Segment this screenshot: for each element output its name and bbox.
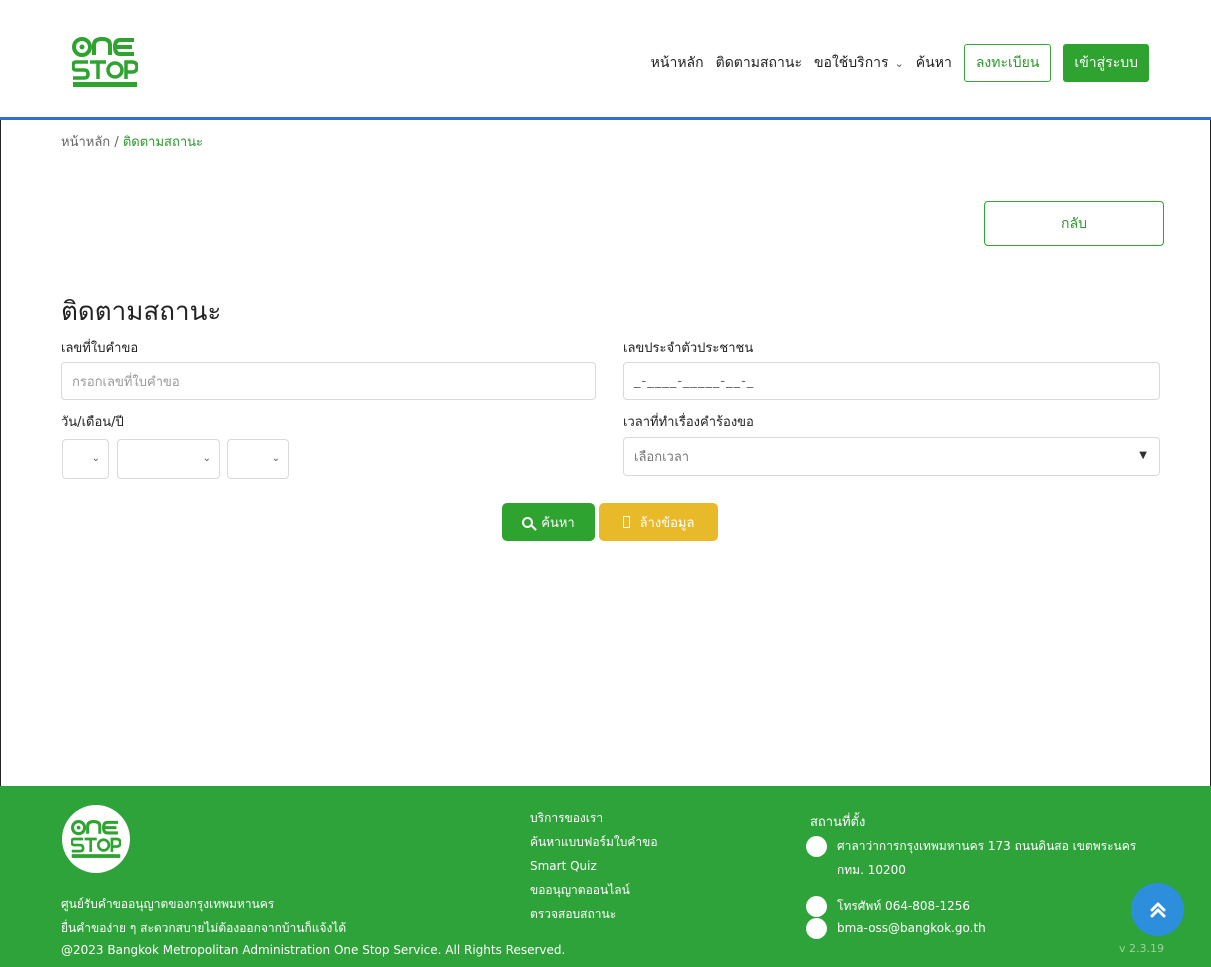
- day-select[interactable]: ⌄: [62, 439, 109, 479]
- chevron-down-icon: ⌄: [91, 453, 100, 464]
- breadcrumb-current: ติดตามสถานะ: [122, 135, 204, 150]
- request-no-label: เลขที่ใบคำขอ: [61, 341, 139, 356]
- caret-down-icon: ▼: [1139, 450, 1147, 461]
- footer-link-check-status[interactable]: ตรวจสอบสถานะ: [530, 902, 658, 926]
- scroll-to-top-button[interactable]: [1131, 883, 1184, 936]
- site-footer: ศูนย์รับคำขออนุญาตของกรุงเทพมหานคร ยื่นค…: [0, 786, 1211, 967]
- register-button[interactable]: ลงทะเบียน: [963, 44, 1052, 82]
- time-label: เวลาที่ทำเรื่องคำร้องขอ: [623, 415, 754, 430]
- footer-logo: [62, 805, 130, 873]
- footer-services-links: บริการของเรา ค้นหาแบบฟอร์มใบคำขอ Smart Q…: [530, 806, 658, 926]
- phone-icon: [806, 896, 827, 917]
- citizen-id-label: เลขประจำตัวประชาชน: [623, 341, 754, 356]
- chevron-down-icon: ⌄: [271, 453, 280, 464]
- address-line-2: กทม. 10200: [837, 863, 906, 877]
- phone-item: โทรศัพท์ 064-808-1256: [806, 894, 970, 918]
- clear-button-label: ล้างข้อมูล: [639, 515, 695, 531]
- address-line-1: ศาลาว่าการกรุงเทพมหานคร 173 ถนนดินสอ เขต…: [837, 839, 1137, 853]
- breadcrumb-separator: /: [114, 135, 119, 150]
- page-title: ติดตามสถานะ: [61, 297, 222, 327]
- back-button[interactable]: กลับ: [984, 201, 1164, 246]
- time-select[interactable]: เลือกเวลา ▼: [623, 437, 1160, 476]
- search-button-label: ค้นหา: [541, 515, 575, 531]
- main-nav: หน้าหลัก ติดตามสถานะ ขอใช้บริการ ⌄ ค้นหา …: [651, 44, 1149, 82]
- nav-home[interactable]: หน้าหลัก: [651, 52, 704, 74]
- one-stop-logo-icon: [71, 820, 121, 858]
- clear-button[interactable]: ล้างข้อมูล: [599, 503, 718, 541]
- footer-link-our-services[interactable]: บริการของเรา: [530, 806, 658, 830]
- footer-link-search-forms[interactable]: ค้นหาแบบฟอร์มใบคำขอ: [530, 830, 658, 854]
- footer-link-smart-quiz[interactable]: Smart Quiz: [530, 854, 658, 878]
- email-text[interactable]: bma-oss@bangkok.go.th: [837, 916, 986, 940]
- location-icon: [806, 836, 827, 857]
- footer-link-online-permit[interactable]: ขออนุญาตออนไลน์: [530, 878, 658, 902]
- nav-search[interactable]: ค้นหา: [916, 52, 952, 74]
- search-button[interactable]: ค้นหา: [502, 503, 595, 541]
- search-icon: [522, 516, 534, 528]
- month-select[interactable]: ⌄: [117, 439, 220, 479]
- year-select[interactable]: ⌄: [227, 439, 289, 479]
- chevron-down-icon: ⌄: [202, 453, 211, 464]
- breadcrumb-home[interactable]: หน้าหลัก: [61, 135, 110, 150]
- location-title: สถานที่ตั้ง: [810, 815, 866, 830]
- chevron-down-icon: ⌄: [894, 57, 904, 70]
- one-stop-logo[interactable]: [72, 37, 138, 87]
- phone-text: โทรศัพท์ 064-808-1256: [837, 899, 971, 913]
- footer-tagline-1: ศูนย์รับคำขออนุญาตของกรุงเทพมหานคร: [61, 897, 275, 911]
- email-item: bma-oss@bangkok.go.th: [806, 916, 986, 940]
- nav-track-status[interactable]: ติดตามสถานะ: [716, 52, 802, 74]
- double-chevron-up-icon: [1150, 902, 1165, 917]
- footer-tagline-2: ยื่นคำของ่าย ๆ สะดวกสบายไม่ต้องออกจากบ้า…: [61, 921, 347, 935]
- time-select-value: เลือกเวลา: [634, 450, 690, 465]
- email-icon: [806, 918, 827, 939]
- footer-copyright: @2023 Bangkok Metropolitan Administratio…: [61, 943, 566, 957]
- nav-services[interactable]: ขอใช้บริการ ⌄: [814, 52, 904, 74]
- request-no-input[interactable]: กรอกเลขที่ใบคำขอ: [61, 362, 596, 400]
- citizen-id-input[interactable]: _-____-_____-__-_: [623, 362, 1160, 400]
- address-item: ศาลาว่าการกรุงเทพมหานคร 173 ถนนดินสอ เขต…: [806, 834, 1136, 882]
- trash-icon: [622, 516, 630, 528]
- header-divider: [0, 117, 1211, 120]
- nav-services-label: ขอใช้บริการ: [813, 55, 889, 71]
- breadcrumb: หน้าหลัก / ติดตามสถานะ: [61, 131, 203, 152]
- site-header: หน้าหลัก ติดตามสถานะ ขอใช้บริการ ⌄ ค้นหา …: [0, 0, 1211, 118]
- login-button[interactable]: เข้าสู่ระบบ: [1063, 44, 1149, 82]
- date-label: วัน/เดือน/ปี: [61, 415, 124, 430]
- version-label: v 2.3.19: [1119, 942, 1164, 955]
